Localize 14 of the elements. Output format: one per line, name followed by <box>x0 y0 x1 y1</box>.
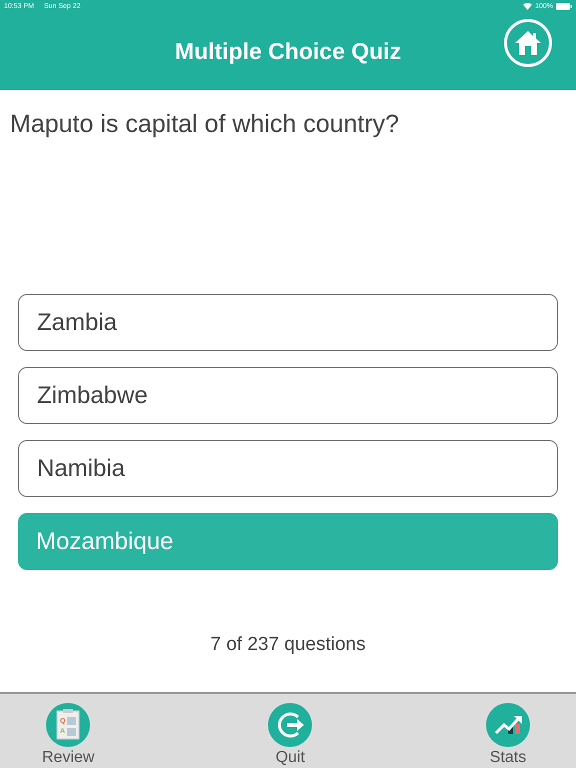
battery-icon <box>556 2 572 10</box>
answer-option[interactable]: Zimbabwe <box>18 367 558 424</box>
answer-option[interactable]: Namibia <box>18 440 558 497</box>
tab-bar-item[interactable]: Quit <box>268 694 312 768</box>
header-title: Multiple Choice Quiz <box>174 38 402 64</box>
tab-bar-item[interactable]: Stats <box>486 694 530 768</box>
chart-icon <box>486 703 530 747</box>
home-button[interactable] <box>504 19 552 67</box>
exit-icon <box>268 703 312 747</box>
question-text: Maputo is capital of which country? <box>9 109 400 140</box>
progress-text: 7 of 237 questions <box>209 634 367 656</box>
wifi-icon <box>523 2 532 10</box>
house-icon <box>514 29 542 57</box>
answer-option[interactable]: Zambia <box>18 294 558 351</box>
